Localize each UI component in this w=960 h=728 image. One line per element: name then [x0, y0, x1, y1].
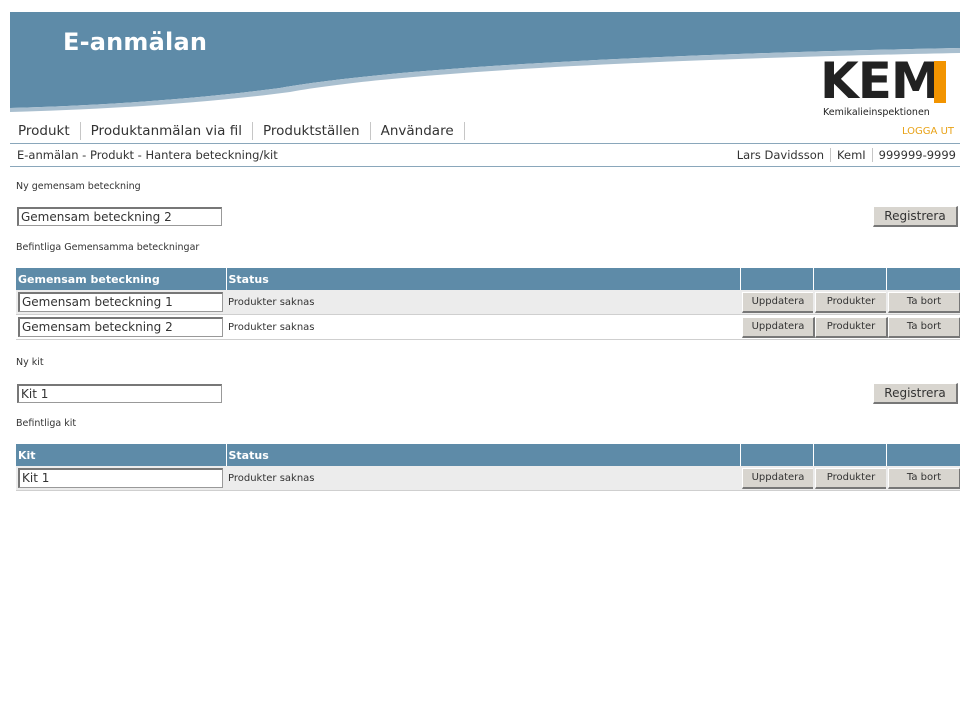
- logo-subtitle: Kemikalieinspektionen: [823, 107, 930, 118]
- status-cell: Produkter saknas: [226, 290, 740, 315]
- products-button[interactable]: Produkter: [815, 291, 888, 313]
- new-designation-label: Ny gemensam beteckning: [16, 181, 141, 192]
- logout-link[interactable]: LOGGA UT: [902, 126, 954, 137]
- products-button[interactable]: Produkter: [815, 467, 888, 489]
- status-cell: Produkter saknas: [226, 466, 740, 491]
- products-button[interactable]: Produkter: [815, 316, 888, 338]
- table-header-row: Gemensam beteckning Status: [16, 268, 960, 290]
- table-row: Kit 1 Produkter saknas Uppdatera Produkt…: [16, 466, 960, 491]
- column-header: Gemensam beteckning: [16, 268, 227, 290]
- remove-button[interactable]: Ta bort: [888, 291, 960, 313]
- breadcrumb: E-anmälan - Produkt - Hantera beteckning…: [17, 148, 278, 162]
- nav-item-produkt[interactable]: Produkt: [16, 122, 81, 140]
- nav-item-anvandare[interactable]: Användare: [381, 122, 465, 140]
- header-banner: E-anmälan KEM Kemikalieinspektionen: [0, 0, 960, 120]
- app-title: E-anmälan: [63, 28, 208, 56]
- existing-designations-label: Befintliga Gemensamma beteckningar: [16, 242, 200, 253]
- existing-kits-label: Befintliga kit: [16, 418, 77, 429]
- nav-item-produktstallen[interactable]: Produktställen: [263, 122, 371, 140]
- designation-name-input[interactable]: Gemensam beteckning 1: [18, 292, 223, 312]
- register-designation-button[interactable]: Registrera: [873, 206, 958, 227]
- user-name: Lars Davidsson: [731, 148, 832, 162]
- column-header: Status: [226, 268, 741, 290]
- kit-name-input[interactable]: Kit 1: [18, 468, 223, 488]
- nav-item-produktanmalan-via-fil[interactable]: Produktanmälan via fil: [91, 122, 253, 140]
- remove-button[interactable]: Ta bort: [888, 316, 960, 338]
- logo-i-bar: [934, 61, 946, 103]
- update-button[interactable]: Uppdatera: [742, 467, 815, 489]
- new-kit-input[interactable]: Kit 1: [17, 384, 222, 403]
- kits-table: Kit Status Kit 1 Produkter saknas Uppdat…: [16, 444, 960, 491]
- update-button[interactable]: Uppdatera: [742, 291, 815, 313]
- new-kit-label: Ny kit: [16, 357, 44, 368]
- column-header: Kit: [16, 444, 227, 466]
- banner-shape: [10, 12, 960, 112]
- designation-name-input[interactable]: Gemensam beteckning 2: [18, 317, 223, 337]
- table-row: Gemensam beteckning 2 Produkter saknas U…: [16, 314, 960, 340]
- main-nav: Produkt Produktanmälan via fil Produktst…: [16, 122, 475, 140]
- user-info: Lars Davidsson KemI 999999-9999: [731, 148, 956, 162]
- kemi-logo: KEM Kemikalieinspektionen: [820, 56, 956, 120]
- new-designation-input[interactable]: Gemensam beteckning 2: [17, 207, 222, 226]
- designations-table: Gemensam beteckning Status Gemensam bete…: [16, 268, 960, 340]
- user-org: KemI: [831, 148, 873, 162]
- table-row: Gemensam beteckning 1 Produkter saknas U…: [16, 290, 960, 315]
- breadcrumb-bar: E-anmälan - Produkt - Hantera beteckning…: [10, 143, 960, 167]
- table-header-row: Kit Status: [16, 444, 960, 466]
- logo-text: KEM: [820, 52, 941, 110]
- register-kit-button[interactable]: Registrera: [873, 383, 958, 404]
- update-button[interactable]: Uppdatera: [742, 316, 815, 338]
- column-header: Status: [226, 444, 741, 466]
- remove-button[interactable]: Ta bort: [888, 467, 960, 489]
- user-org-number: 999999-9999: [878, 148, 956, 162]
- status-cell: Produkter saknas: [226, 314, 740, 340]
